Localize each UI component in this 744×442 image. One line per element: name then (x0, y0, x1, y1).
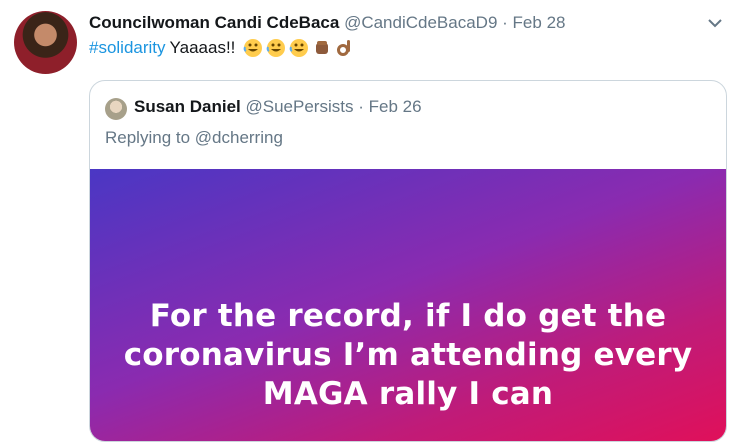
quoted-tweet-card[interactable]: Susan Daniel @SuePersists · Feb 26 Reply… (89, 80, 727, 442)
quoted-author-handle[interactable]: @SuePersists (246, 97, 354, 116)
media-caption-line: MAGA rally I can (262, 376, 554, 412)
quoted-author-avatar[interactable] (105, 98, 127, 120)
tweet-body: Yaaaas!! (169, 38, 236, 57)
quoted-tweet-header: Susan Daniel @SuePersists · Feb 26 (134, 97, 422, 117)
hashtag-link[interactable]: #solidarity (89, 38, 166, 58)
author-avatar[interactable] (14, 11, 77, 74)
replying-to-text: Replying to @dcherring (105, 128, 283, 147)
quoted-media-image[interactable]: For the record, if I do get the coronavi… (90, 169, 726, 441)
media-caption: For the record, if I do get the coronavi… (90, 297, 726, 414)
tweet-date[interactable]: Feb 28 (513, 13, 566, 32)
rolling-laughing-emoji-icon (267, 39, 286, 57)
media-caption-line: For the record, if I do get the (149, 298, 667, 334)
ok-hand-icon (337, 40, 351, 56)
author-name[interactable]: Councilwoman Candi CdeBaca (89, 13, 339, 32)
chevron-down-icon[interactable] (706, 14, 724, 32)
rolling-laughing-emoji-icon (244, 39, 263, 57)
emoji-row (243, 38, 355, 58)
quoted-header-separator: · (358, 97, 364, 116)
tweet-text: #solidarity Yaaaas!! (89, 38, 355, 58)
rolling-laughing-emoji-icon (290, 39, 309, 57)
raised-fist-icon (316, 41, 329, 54)
quoted-tweet-date[interactable]: Feb 26 (369, 97, 422, 116)
tweet-header: Councilwoman Candi CdeBaca @CandiCdeBaca… (89, 13, 565, 33)
media-caption-line: coronavirus I’m attending every (123, 337, 693, 373)
quoted-author-name[interactable]: Susan Daniel (134, 97, 241, 116)
header-separator: · (502, 13, 508, 32)
author-handle[interactable]: @CandiCdeBacaD9 (344, 13, 497, 32)
